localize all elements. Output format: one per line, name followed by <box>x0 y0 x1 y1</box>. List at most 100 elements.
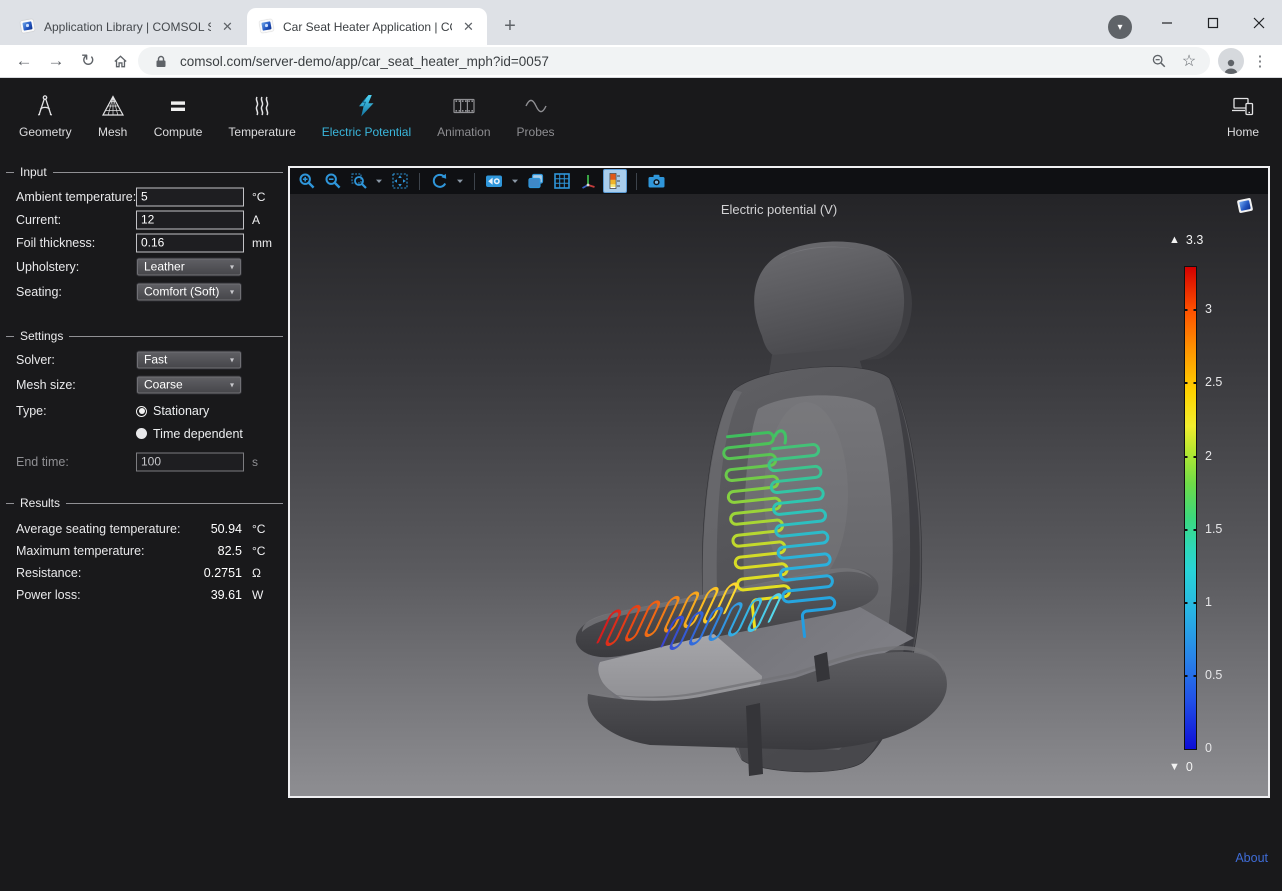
axis-orientation-icon[interactable] <box>577 171 598 192</box>
result-maximum-temperature: Maximum temperature: 82.5 °C <box>0 540 288 562</box>
toolbar-item-temperature[interactable]: Temperature <box>215 80 308 150</box>
upholstery-select[interactable]: Leather ▾ <box>136 257 242 276</box>
field-current: Current: A <box>0 208 288 231</box>
graphics-toolbar <box>290 168 1268 194</box>
window-close-button[interactable] <box>1236 0 1282 45</box>
probes-sine-icon <box>521 92 551 120</box>
chevron-down-icon: ▾ <box>230 287 234 296</box>
new-tab-button[interactable]: + <box>496 12 524 40</box>
reload-button[interactable]: ↻ <box>74 47 102 75</box>
legend-tick <box>1184 675 1197 677</box>
about-link[interactable]: About <box>1235 851 1268 865</box>
zoom-box-dropdown-icon[interactable] <box>374 171 384 192</box>
legend-tick <box>1184 382 1197 384</box>
sidebar: Input Ambient temperature: °C Current: A… <box>0 152 288 891</box>
legend-max-value: 3.3 <box>1186 233 1203 247</box>
tab-application-library[interactable]: Application Library | COMSOL Se ✕ <box>8 8 246 45</box>
geometry-compass-icon <box>30 92 60 120</box>
home-nav-button[interactable] <box>106 47 134 75</box>
field-type-stationary: Type: Stationary <box>0 399 288 423</box>
time-dependent-radio[interactable] <box>136 428 147 439</box>
legend-tick-label: 1 <box>1205 595 1212 609</box>
field-type-time-dependent: Time dependent <box>0 423 288 444</box>
results-section-title: Results <box>20 496 60 510</box>
legend-tick <box>1184 529 1197 531</box>
stationary-radio[interactable] <box>136 406 147 417</box>
address-bar[interactable]: comsol.com/server-demo/app/car_seat_heat… <box>138 47 1210 75</box>
toolbar-item-mesh[interactable]: Mesh <box>85 80 141 150</box>
input-section-title: Input <box>20 165 47 179</box>
home-devices-icon <box>1228 92 1258 120</box>
reset-view-icon[interactable] <box>429 171 450 192</box>
profile-avatar[interactable] <box>1218 48 1244 74</box>
tab-close-icon[interactable]: ✕ <box>219 18 236 35</box>
tab-strip: Application Library | COMSOL Se ✕ Car Se… <box>0 0 1282 45</box>
foil-thickness-input[interactable] <box>136 233 244 252</box>
solver-select[interactable]: Fast ▾ <box>136 350 242 369</box>
plot-canvas[interactable]: Electric potential (V) ▲ 3.3 3 2.5 2 1.5… <box>290 194 1268 796</box>
environment-reflections-icon[interactable] <box>525 171 546 192</box>
result-resistance: Resistance: 0.2751 Ω <box>0 562 288 584</box>
legend-tick-label: 3 <box>1205 302 1212 316</box>
current-input[interactable] <box>136 210 244 229</box>
input-section-header: Input <box>6 164 283 180</box>
tab-search-button[interactable]: ▾ <box>1108 15 1132 39</box>
compute-equals-icon <box>163 92 193 120</box>
settings-section-title: Settings <box>20 329 63 343</box>
forward-button[interactable]: → <box>42 47 70 75</box>
browser-menu-icon[interactable]: ⋮ <box>1248 47 1272 75</box>
result-average-seating-temperature: Average seating temperature: 50.94 °C <box>0 518 288 540</box>
lock-icon <box>150 50 172 72</box>
field-solver: Solver: Fast ▾ <box>0 347 288 372</box>
address-bar-row: ← → ↻ comsol.com/server-demo/app/car_sea… <box>0 45 1282 78</box>
seating-select[interactable]: Comfort (Soft) ▾ <box>136 282 242 301</box>
url-text: comsol.com/server-demo/app/car_seat_heat… <box>180 54 1140 69</box>
back-button[interactable]: ← <box>10 47 38 75</box>
zoom-box-icon[interactable] <box>348 171 369 192</box>
end-time-input <box>136 452 244 471</box>
zoom-extents-icon[interactable] <box>389 171 410 192</box>
electric-potential-bolt-icon <box>351 92 381 120</box>
comsol-favicon-icon <box>259 19 275 34</box>
field-ambient-temperature: Ambient temperature: °C <box>0 185 288 208</box>
legend-tick <box>1184 456 1197 458</box>
car-seat-3d-view[interactable] <box>290 194 1268 796</box>
comsol-app: Geometry Mesh Compute <box>0 78 1282 891</box>
plot-title: Electric potential (V) <box>290 202 1268 217</box>
color-legend-toggle-button[interactable] <box>603 169 627 193</box>
window-maximize-button[interactable] <box>1190 0 1236 45</box>
legend-tick-label: 1.5 <box>1205 522 1222 536</box>
bookmark-star-icon[interactable]: ☆ <box>1178 50 1200 72</box>
results-section-header: Results <box>6 495 283 511</box>
graphics-panel: Electric potential (V) ▲ 3.3 3 2.5 2 1.5… <box>288 166 1270 798</box>
zoom-level-icon[interactable] <box>1148 50 1170 72</box>
toolbar-item-animation[interactable]: Animation <box>424 80 503 150</box>
scene-light-icon[interactable] <box>484 171 505 192</box>
tab-car-seat-heater[interactable]: Car Seat Heater Application | CO ✕ <box>247 8 487 45</box>
toolbar-separator <box>419 173 420 190</box>
zoom-out-icon[interactable] <box>322 171 343 192</box>
legend-max-marker: ▲ 3.3 <box>1169 233 1203 247</box>
grid-icon[interactable] <box>551 171 572 192</box>
toolbar-item-home[interactable]: Home <box>1214 80 1272 150</box>
color-legend-bar <box>1184 266 1197 750</box>
window-minimize-button[interactable] <box>1144 0 1190 45</box>
result-power-loss: Power loss: 39.61 W <box>0 584 288 606</box>
screenshot-camera-icon[interactable] <box>646 171 667 192</box>
tab-close-icon[interactable]: ✕ <box>460 18 477 35</box>
reset-view-dropdown-icon[interactable] <box>455 171 465 192</box>
chevron-down-icon: ▾ <box>230 262 234 271</box>
zoom-in-icon[interactable] <box>296 171 317 192</box>
toolbar-item-probes[interactable]: Probes <box>504 80 568 150</box>
legend-tick-label: 0 <box>1205 741 1212 755</box>
toolbar-item-electric-potential[interactable]: Electric Potential <box>309 80 424 150</box>
toolbar-item-compute[interactable]: Compute <box>141 80 216 150</box>
ambient-temperature-input[interactable] <box>136 187 244 206</box>
legend-tick-label: 2 <box>1205 449 1212 463</box>
field-seating: Seating: Comfort (Soft) ▾ <box>0 279 288 304</box>
scene-light-dropdown-icon[interactable] <box>510 171 520 192</box>
toolbar-item-geometry[interactable]: Geometry <box>6 80 85 150</box>
mesh-size-select[interactable]: Coarse ▾ <box>136 375 242 394</box>
mesh-triangle-icon <box>98 92 128 120</box>
settings-section-header: Settings <box>6 328 283 344</box>
